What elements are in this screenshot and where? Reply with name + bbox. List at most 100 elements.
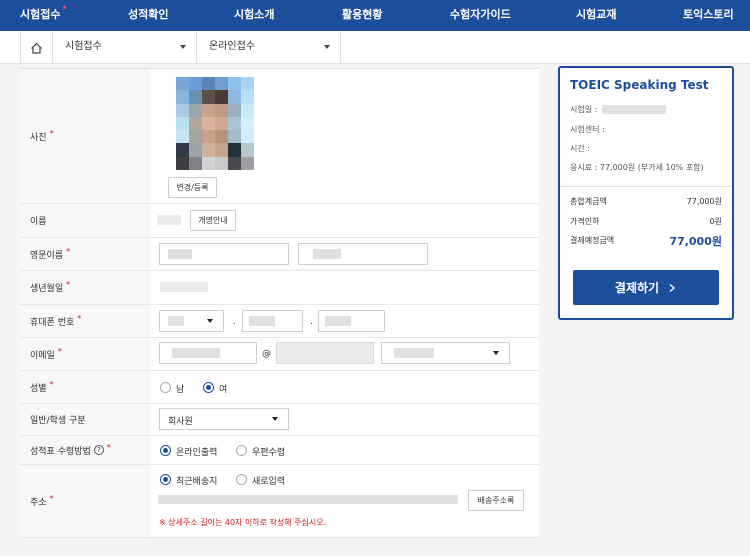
photo-row: 사진 * 변경/등록	[20, 69, 539, 204]
nav-item-guide[interactable]: 수험자가이드	[450, 0, 511, 31]
nav-item-intro[interactable]: 시험소개	[234, 0, 274, 31]
photo-pixel	[215, 130, 228, 144]
report-method-row: 성적표 수령방법 ? * 온라인출력 우편수령	[20, 436, 539, 465]
photo-pixel	[189, 77, 202, 91]
address-book-button[interactable]: 배송주소록	[468, 490, 524, 511]
photo-pixel	[215, 77, 228, 91]
birth-row: 생년월일 *	[20, 271, 539, 305]
photo-pixel	[215, 143, 228, 157]
nav-item-score[interactable]: 성적확인	[128, 0, 168, 31]
pay-button[interactable]: 결제하기	[573, 270, 719, 305]
english-name-label: 영문이름 *	[20, 238, 150, 270]
photo-pixel	[189, 156, 202, 170]
application-form: 사진 * 변경/등록 이름 개명안내 영문이름 * 생년월일 * 휴대폰 번호 * . …	[20, 68, 539, 538]
photo-pixel	[189, 103, 202, 117]
expected-amount: 결제예정금액 77,000원	[570, 235, 722, 248]
report-mail-radio[interactable]	[236, 445, 247, 456]
home-button[interactable]	[20, 31, 53, 64]
phone-label: 휴대폰 번호 *	[20, 305, 150, 337]
required-mark: *	[49, 128, 54, 138]
photo-pixel	[228, 156, 241, 170]
photo-pixel	[176, 103, 189, 117]
photo-pixel	[241, 116, 254, 131]
nav-item-usage[interactable]: 활용현황	[342, 0, 382, 31]
phone-last-input[interactable]	[318, 310, 385, 332]
address-new-radio[interactable]	[236, 474, 247, 485]
gender-row: 성별 * 남 여	[20, 371, 539, 404]
chevron-down-icon	[180, 45, 186, 49]
profile-photo	[176, 77, 254, 170]
exam-fee: 응시료 : 77,000원 (부가세 10% 포함)	[570, 163, 704, 172]
photo-pixel	[215, 103, 228, 117]
report-online-radio[interactable]	[160, 445, 171, 456]
photo-pixel	[176, 130, 189, 144]
address-label: 주소 *	[20, 465, 150, 537]
breadcrumb-level1-select[interactable]: 시험접수	[53, 31, 197, 64]
breadcrumb-level2-select[interactable]: 온라인접수	[197, 31, 341, 64]
address-recent-radio[interactable]	[160, 474, 171, 485]
photo-pixel	[202, 156, 215, 170]
photo-pixel	[241, 130, 254, 144]
rename-guide-button[interactable]: 개명안내	[190, 210, 236, 231]
chevron-right-icon	[669, 283, 676, 292]
chevron-down-icon	[493, 351, 499, 355]
photo-pixel	[215, 90, 228, 104]
nav-item-registration[interactable]: 시험접수	[20, 0, 67, 31]
photo-pixel	[176, 116, 189, 131]
chevron-down-icon	[272, 417, 278, 421]
category-select[interactable]: 회사원	[159, 408, 289, 430]
photo-change-button[interactable]: 변경/등록	[168, 177, 217, 198]
gender-female-radio[interactable]	[203, 382, 214, 393]
photo-pixel	[176, 77, 189, 91]
exam-time: 시간 :	[570, 144, 590, 153]
total-amount: 총합계금액 77,000원	[570, 197, 722, 206]
email-id-input[interactable]	[159, 342, 257, 364]
discount-amount: 가격인하 0원	[570, 217, 722, 226]
photo-pixel	[176, 156, 189, 170]
phone-middle-input[interactable]	[242, 310, 303, 332]
name-value	[157, 215, 181, 225]
category-row: 일반/학생 구분 회사원	[20, 404, 539, 436]
gender-label: 성별 *	[20, 371, 150, 403]
birth-label: 생년월일 *	[20, 271, 150, 304]
photo-pixel	[241, 156, 254, 170]
email-domain-select[interactable]	[381, 342, 510, 364]
gender-male-radio[interactable]	[160, 382, 171, 393]
nav-item-books[interactable]: 시험교재	[576, 0, 616, 31]
address-row: 주소 * 최근배송지 새로입력 배송주소록 ※ 상세주소 길이는 40자 이하로 …	[20, 465, 539, 538]
english-last-name-input[interactable]	[298, 243, 428, 265]
photo-pixel	[202, 103, 215, 117]
photo-pixel	[176, 90, 189, 104]
report-method-label: 성적표 수령방법 ? *	[20, 436, 150, 464]
english-first-name-input[interactable]	[159, 243, 289, 265]
active-dot	[63, 6, 67, 9]
photo-pixel	[228, 103, 241, 117]
photo-pixel	[215, 156, 228, 170]
photo-pixel	[215, 116, 228, 131]
photo-label: 사진 *	[20, 69, 150, 203]
address-value	[158, 495, 458, 504]
exam-center: 시험센터 :	[570, 125, 605, 134]
category-label: 일반/학생 구분	[20, 404, 150, 435]
english-name-row: 영문이름 *	[20, 238, 539, 271]
photo-pixel	[202, 130, 215, 144]
exam-date-value	[601, 105, 666, 114]
phone-prefix-select[interactable]	[159, 310, 224, 332]
help-icon[interactable]: ?	[93, 445, 104, 455]
photo-pixel	[241, 143, 254, 157]
photo-pixel	[176, 143, 189, 157]
photo-pixel	[241, 90, 254, 104]
photo-pixel	[202, 90, 215, 104]
photo-pixel	[189, 143, 202, 157]
photo-pixel	[228, 116, 241, 131]
phone-row: 휴대폰 번호 * . .	[20, 305, 539, 338]
chevron-down-icon	[207, 319, 213, 323]
photo-pixel	[202, 116, 215, 131]
breadcrumb: 시험접수 온라인접수	[0, 31, 750, 64]
birth-value	[160, 282, 208, 292]
email-domain-input[interactable]	[276, 342, 374, 364]
nav-item-story[interactable]: 토익스토리	[683, 0, 734, 31]
photo-pixel	[228, 130, 241, 144]
photo-pixel	[189, 116, 202, 131]
payment-summary-panel: TOEIC Speaking Test 시험일 : 시험센터 : 시간 : 응시…	[558, 66, 734, 320]
